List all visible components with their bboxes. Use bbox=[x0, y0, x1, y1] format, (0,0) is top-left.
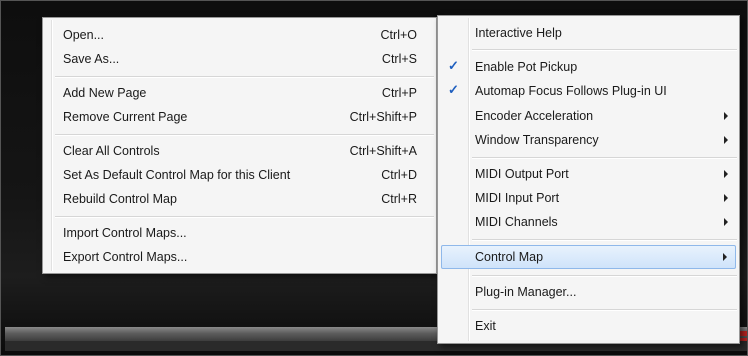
menu-item-label: Rebuild Control Map bbox=[63, 192, 177, 206]
menu-item-add-new-page[interactable]: Add New Page Ctrl+P bbox=[45, 81, 434, 105]
menu-item-enable-pot-pickup[interactable]: ✓ Enable Pot Pickup bbox=[440, 55, 737, 79]
menu-item-shortcut: Ctrl+S bbox=[381, 52, 417, 66]
menu-item-open[interactable]: Open... Ctrl+O bbox=[45, 23, 434, 47]
menu-item-label: Clear All Controls bbox=[63, 144, 160, 158]
menu-item-save-as[interactable]: Save As... Ctrl+S bbox=[45, 47, 434, 71]
menu-separator bbox=[55, 216, 434, 218]
menu-item-label: Interactive Help bbox=[475, 26, 562, 40]
menu-item-label: Exit bbox=[475, 319, 496, 333]
menu-item-label: Window Transparency bbox=[475, 133, 599, 147]
checkmark-icon: ✓ bbox=[448, 58, 459, 73]
menu-item-window-transparency[interactable]: Window Transparency bbox=[440, 128, 737, 152]
submenu-arrow-icon bbox=[724, 136, 728, 144]
menu-item-set-default-control-map[interactable]: Set As Default Control Map for this Clie… bbox=[45, 163, 434, 187]
menu-item-midi-channels[interactable]: MIDI Channels bbox=[440, 210, 737, 234]
submenu-arrow-icon bbox=[724, 112, 728, 120]
menu-item-exit[interactable]: Exit bbox=[440, 314, 737, 338]
menu-item-shortcut: Ctrl+R bbox=[381, 192, 417, 206]
menu-item-label: Open... bbox=[63, 28, 104, 42]
menu-item-label: Plug-in Manager... bbox=[475, 285, 577, 299]
menu-item-plugin-manager[interactable]: Plug-in Manager... bbox=[440, 280, 737, 304]
menu-item-label: Enable Pot Pickup bbox=[475, 60, 578, 74]
menu-item-control-map[interactable]: Control Map bbox=[441, 245, 736, 269]
main-context-menu: Interactive Help ✓ Enable Pot Pickup ✓ A… bbox=[437, 15, 740, 344]
submenu-arrow-icon bbox=[724, 218, 728, 226]
menu-item-export-control-maps[interactable]: Export Control Maps... bbox=[45, 245, 434, 269]
menu-item-label: MIDI Channels bbox=[475, 215, 558, 229]
menu-separator bbox=[472, 239, 737, 241]
menu-item-encoder-acceleration[interactable]: Encoder Acceleration bbox=[440, 104, 737, 128]
menu-item-remove-current-page[interactable]: Remove Current Page Ctrl+Shift+P bbox=[45, 105, 434, 129]
menu-item-shortcut: Ctrl+Shift+P bbox=[349, 110, 417, 124]
menu-item-automap-focus-follows-plugin-ui[interactable]: ✓ Automap Focus Follows Plug-in UI bbox=[440, 79, 737, 103]
control-map-submenu: Open... Ctrl+O Save As... Ctrl+S Add New… bbox=[42, 17, 437, 274]
menu-item-label: Add New Page bbox=[63, 86, 147, 100]
menu-item-import-control-maps[interactable]: Import Control Maps... bbox=[45, 221, 434, 245]
menu-item-clear-all-controls[interactable]: Clear All Controls Ctrl+Shift+A bbox=[45, 139, 434, 163]
menu-item-label: Save As... bbox=[63, 52, 120, 66]
menu-separator bbox=[55, 134, 434, 136]
menu-item-shortcut: Ctrl+Shift+A bbox=[349, 144, 417, 158]
menu-separator bbox=[472, 49, 737, 51]
menu-separator bbox=[472, 157, 737, 159]
menu-item-label: Control Map bbox=[475, 250, 544, 264]
menu-item-shortcut: Ctrl+D bbox=[381, 168, 417, 182]
menu-item-shortcut: Ctrl+P bbox=[381, 86, 417, 100]
submenu-arrow-icon bbox=[724, 170, 728, 178]
submenu-arrow-icon bbox=[724, 194, 728, 202]
menu-item-midi-input-port[interactable]: MIDI Input Port bbox=[440, 186, 737, 210]
menu-item-shortcut: Ctrl+O bbox=[380, 28, 417, 42]
menu-item-rebuild-control-map[interactable]: Rebuild Control Map Ctrl+R bbox=[45, 187, 434, 211]
menu-item-midi-output-port[interactable]: MIDI Output Port bbox=[440, 162, 737, 186]
menu-separator bbox=[472, 275, 737, 277]
menu-item-label: Automap Focus Follows Plug-in UI bbox=[475, 84, 667, 98]
menu-separator bbox=[472, 309, 737, 311]
submenu-arrow-icon bbox=[723, 253, 727, 261]
menu-item-label: MIDI Input Port bbox=[475, 191, 560, 205]
menu-item-label: MIDI Output Port bbox=[475, 167, 569, 181]
menu-item-label: Encoder Acceleration bbox=[475, 109, 594, 123]
menu-item-label: Remove Current Page bbox=[63, 110, 188, 124]
menu-item-label: Import Control Maps... bbox=[63, 226, 187, 240]
checkmark-icon: ✓ bbox=[448, 82, 459, 97]
menu-item-label: Export Control Maps... bbox=[63, 250, 188, 264]
menu-separator bbox=[55, 76, 434, 78]
menu-item-interactive-help[interactable]: Interactive Help bbox=[440, 21, 737, 45]
menu-item-label: Set As Default Control Map for this Clie… bbox=[63, 168, 291, 182]
